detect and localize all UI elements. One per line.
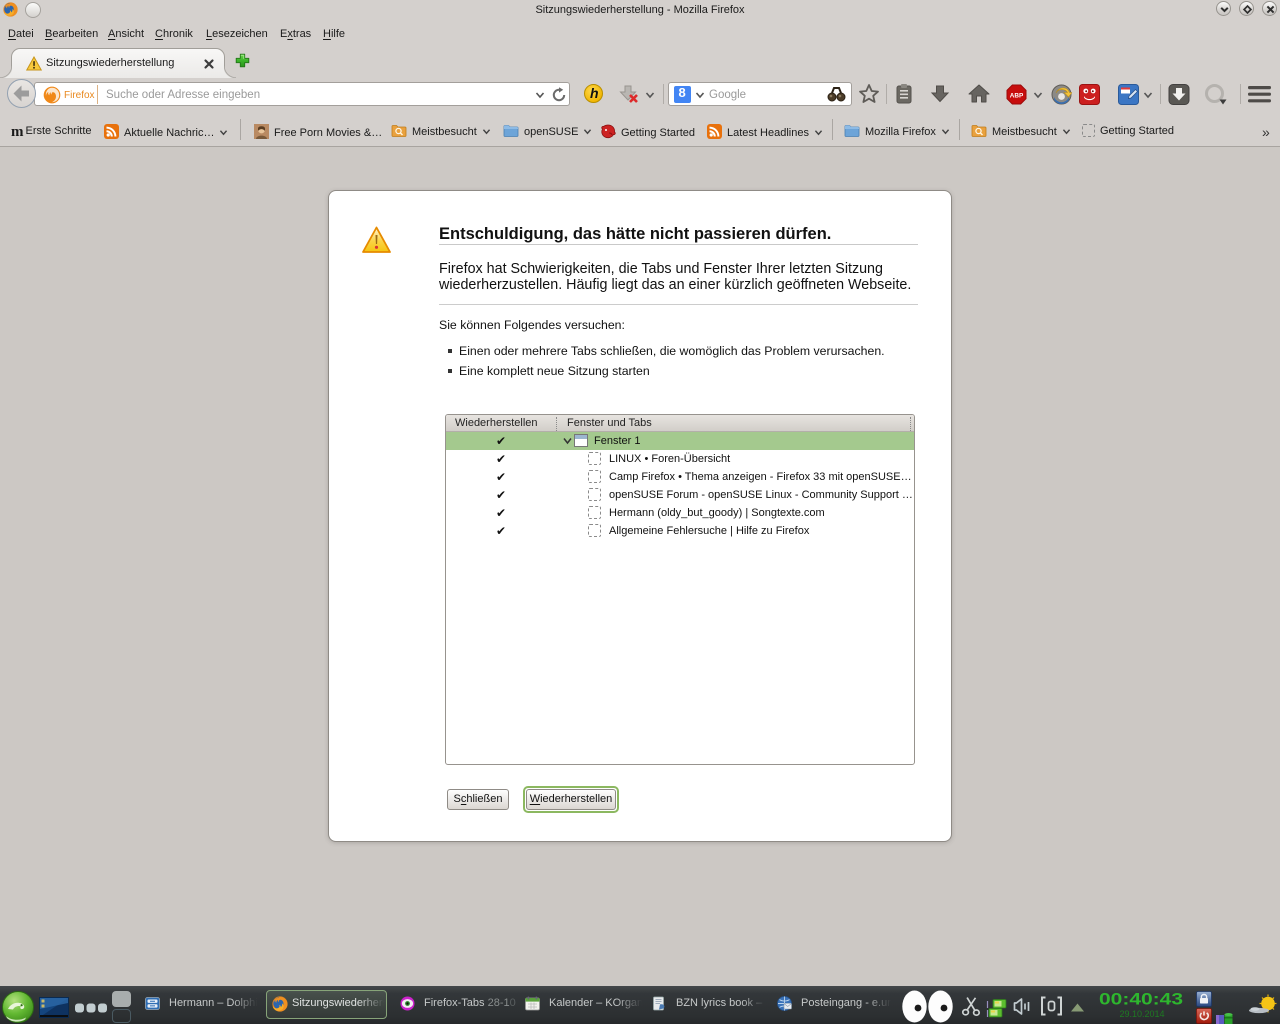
svg-text:ABP: ABP [1010, 93, 1024, 100]
